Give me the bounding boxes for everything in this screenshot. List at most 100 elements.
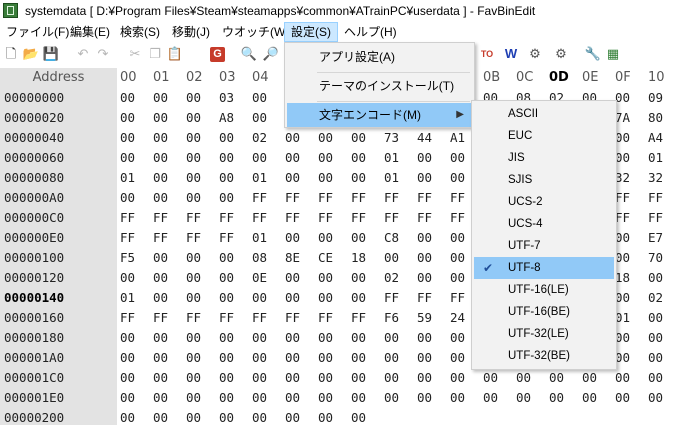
hex-byte-cell[interactable]: 00 xyxy=(120,268,135,288)
hex-byte-cell[interactable]: 00 xyxy=(153,408,168,428)
hex-byte-cell[interactable]: 70 xyxy=(648,248,663,268)
hex-byte-cell[interactable]: FF xyxy=(384,288,399,308)
hex-byte-cell[interactable]: FF xyxy=(417,188,432,208)
hex-byte-cell[interactable]: 00 xyxy=(186,328,201,348)
cut-icon[interactable]: ✂ xyxy=(126,45,144,63)
hex-byte-cell[interactable]: 00 xyxy=(285,128,300,148)
hex-byte-cell[interactable]: 00 xyxy=(615,388,630,408)
hex-byte-cell[interactable]: FF xyxy=(153,228,168,248)
hex-byte-cell[interactable]: 00 xyxy=(252,108,267,128)
hex-byte-cell[interactable]: FF xyxy=(615,188,630,208)
hex-byte-cell[interactable]: FF xyxy=(450,208,465,228)
encoding-item[interactable]: UTF-16(BE) xyxy=(474,301,614,323)
hex-byte-cell[interactable]: 00 xyxy=(252,408,267,428)
hex-byte-cell[interactable]: 00 xyxy=(318,388,333,408)
hex-byte-cell[interactable]: FF xyxy=(120,228,135,248)
grid-icon[interactable]: ▦ xyxy=(604,45,622,63)
hex-byte-cell[interactable]: 00 xyxy=(219,148,234,168)
hex-byte-cell[interactable]: 00 xyxy=(285,368,300,388)
hex-byte-cell[interactable]: 02 xyxy=(252,128,267,148)
app-icon[interactable] xyxy=(3,3,18,18)
watch-icon[interactable]: ⚙ xyxy=(526,45,544,63)
hex-byte-cell[interactable]: 00 xyxy=(285,228,300,248)
hex-byte-cell[interactable]: 00 xyxy=(153,108,168,128)
hex-byte-cell[interactable]: F6 xyxy=(384,308,399,328)
hex-byte-cell[interactable]: F5 xyxy=(120,248,135,268)
hex-byte-cell[interactable]: FF xyxy=(450,188,465,208)
encoding-item[interactable]: JIS xyxy=(474,147,614,169)
hex-byte-cell[interactable]: 00 xyxy=(120,368,135,388)
hex-byte-cell[interactable]: FF xyxy=(186,228,201,248)
hex-byte-cell[interactable]: 01 xyxy=(648,148,663,168)
hex-byte-cell[interactable]: FF xyxy=(615,208,630,228)
hex-byte-cell[interactable]: 00 xyxy=(153,248,168,268)
hex-byte-cell[interactable]: 00 xyxy=(417,388,432,408)
hex-byte-cell[interactable]: 00 xyxy=(450,248,465,268)
hex-byte-cell[interactable]: 00 xyxy=(219,248,234,268)
hex-byte-cell[interactable]: 00 xyxy=(351,368,366,388)
hex-byte-cell[interactable]: 00 xyxy=(285,348,300,368)
hex-byte-cell[interactable]: 00 xyxy=(120,108,135,128)
hex-byte-cell[interactable]: FF xyxy=(351,208,366,228)
hex-byte-cell[interactable]: 09 xyxy=(648,88,663,108)
hex-byte-cell[interactable]: 01 xyxy=(384,168,399,188)
hex-byte-cell[interactable]: 00 xyxy=(615,248,630,268)
hex-byte-cell[interactable]: 00 xyxy=(153,348,168,368)
hex-byte-cell[interactable]: FF xyxy=(318,188,333,208)
hex-byte-cell[interactable]: 00 xyxy=(252,88,267,108)
hex-byte-cell[interactable]: 0E xyxy=(252,268,267,288)
hex-byte-cell[interactable]: 00 xyxy=(285,148,300,168)
hex-byte-cell[interactable]: 00 xyxy=(615,368,630,388)
hex-byte-cell[interactable]: 00 xyxy=(648,328,663,348)
hex-byte-cell[interactable]: 00 xyxy=(219,348,234,368)
hex-byte-cell[interactable]: 18 xyxy=(615,268,630,288)
hex-byte-cell[interactable]: 00 xyxy=(219,388,234,408)
encoding-item[interactable]: UTF-32(BE) xyxy=(474,345,614,367)
hex-byte-cell[interactable]: FF xyxy=(318,208,333,228)
hex-byte-cell[interactable]: 00 xyxy=(153,148,168,168)
hex-byte-cell[interactable]: 08 xyxy=(252,248,267,268)
hex-byte-cell[interactable]: 00 xyxy=(516,388,531,408)
hex-byte-cell[interactable]: 00 xyxy=(252,328,267,348)
hex-byte-cell[interactable]: 00 xyxy=(186,388,201,408)
hex-byte-cell[interactable]: 00 xyxy=(384,248,399,268)
save-icon[interactable]: 💾 xyxy=(42,45,60,63)
hex-byte-cell[interactable]: 00 xyxy=(318,328,333,348)
hex-byte-cell[interactable]: 01 xyxy=(252,228,267,248)
hex-byte-cell[interactable]: 00 xyxy=(417,148,432,168)
hex-byte-cell[interactable]: 00 xyxy=(285,288,300,308)
hex-byte-cell[interactable]: 00 xyxy=(582,388,597,408)
hex-byte-cell[interactable]: 00 xyxy=(351,288,366,308)
hex-byte-cell[interactable]: 00 xyxy=(153,368,168,388)
hex-byte-cell[interactable]: 01 xyxy=(120,288,135,308)
hex-byte-cell[interactable]: 02 xyxy=(384,268,399,288)
hex-byte-cell[interactable]: 00 xyxy=(318,148,333,168)
hex-byte-cell[interactable]: 00 xyxy=(186,168,201,188)
hex-byte-cell[interactable]: 00 xyxy=(384,328,399,348)
hex-byte-cell[interactable]: 00 xyxy=(549,368,564,388)
hex-byte-cell[interactable]: 00 xyxy=(153,188,168,208)
hex-byte-cell[interactable]: 00 xyxy=(285,408,300,428)
hex-byte-cell[interactable]: 01 xyxy=(252,168,267,188)
hex-byte-cell[interactable]: FF xyxy=(153,208,168,228)
hex-byte-cell[interactable]: 00 xyxy=(417,348,432,368)
redo-icon[interactable]: ↷ xyxy=(94,45,112,63)
hex-byte-cell[interactable]: 00 xyxy=(219,408,234,428)
hex-byte-cell[interactable]: 00 xyxy=(351,128,366,148)
hex-byte-cell[interactable]: 00 xyxy=(120,128,135,148)
hex-byte-cell[interactable]: 00 xyxy=(252,288,267,308)
hex-byte-cell[interactable]: 00 xyxy=(120,188,135,208)
hex-byte-cell[interactable]: 00 xyxy=(318,408,333,428)
hex-byte-cell[interactable]: 00 xyxy=(120,408,135,428)
hex-byte-cell[interactable]: 00 xyxy=(285,388,300,408)
hex-byte-cell[interactable]: FF xyxy=(417,288,432,308)
hex-byte-cell[interactable]: FF xyxy=(186,308,201,328)
encoding-item[interactable]: UCS-2 xyxy=(474,191,614,213)
hex-byte-cell[interactable]: 01 xyxy=(384,148,399,168)
hex-byte-cell[interactable]: 00 xyxy=(417,168,432,188)
hex-byte-cell[interactable]: 00 xyxy=(252,368,267,388)
hex-byte-cell[interactable]: FF xyxy=(384,208,399,228)
hex-byte-cell[interactable]: 00 xyxy=(384,368,399,388)
hex-byte-cell[interactable]: FF xyxy=(219,208,234,228)
hex-byte-cell[interactable]: 00 xyxy=(186,88,201,108)
